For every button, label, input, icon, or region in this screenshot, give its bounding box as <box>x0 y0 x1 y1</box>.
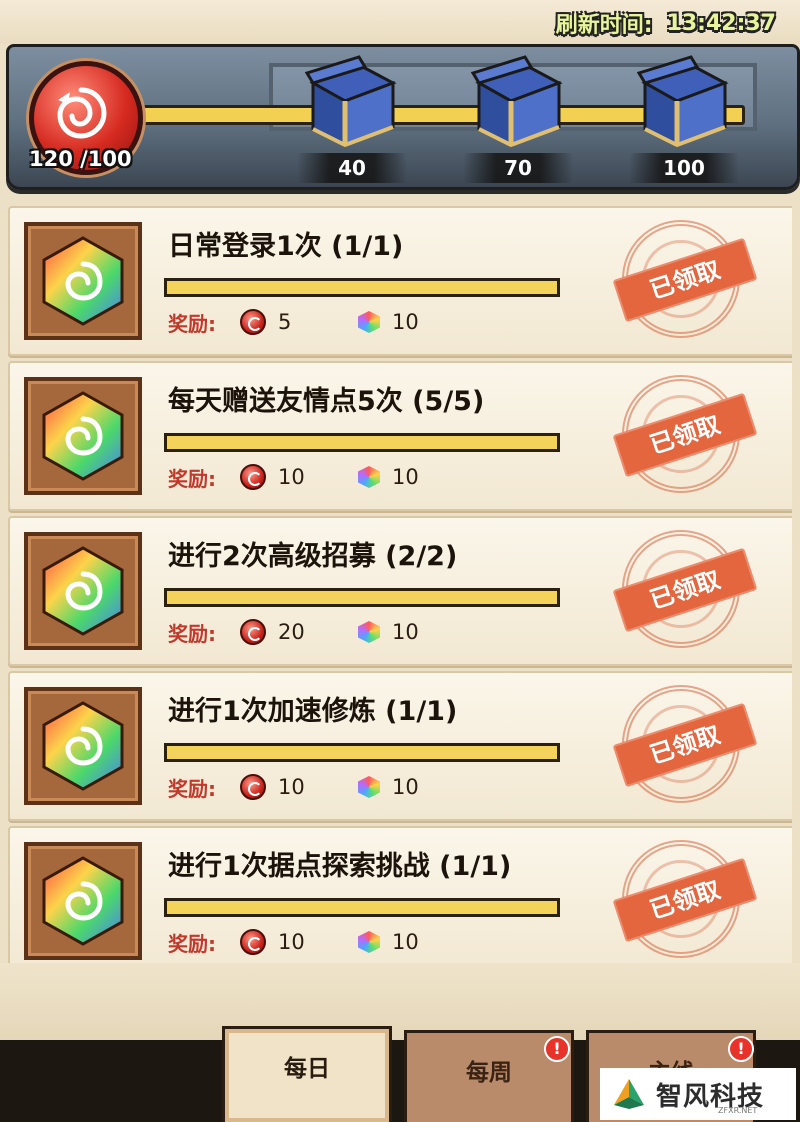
claimed-stamp: 已领取 <box>612 375 758 497</box>
top-bar: 刷新时间: 13:42:37 <box>0 0 800 44</box>
scroll-reward-value: 10 <box>278 930 305 954</box>
task-card: 日常登录1次 (1/1) 奖励: 5 10 已领取 <box>8 206 792 356</box>
scroll-coin-icon <box>240 619 266 645</box>
reward-row: 奖励: 10 10 <box>168 926 472 958</box>
scroll-reward-value: 10 <box>278 465 305 489</box>
gem-icon <box>358 466 380 488</box>
refresh-time: 13:42:37 <box>666 10 776 36</box>
scroll-reward-value: 10 <box>278 775 305 799</box>
reward-label: 奖励: <box>168 776 216 801</box>
tab-label: 每周 <box>466 1060 512 1086</box>
chest-threshold-label: 100 <box>629 153 739 183</box>
chest-threshold-label: 40 <box>297 153 407 183</box>
task-gem-icon <box>24 532 142 650</box>
gem-reward-value: 10 <box>392 620 419 644</box>
task-title: 每天赠送友情点5次 (5/5) <box>168 386 485 417</box>
gem-icon <box>358 311 380 333</box>
task-progress-bar <box>164 588 560 607</box>
reward-label: 奖励: <box>168 621 216 646</box>
reward-chest-100[interactable]: 100 <box>629 55 739 183</box>
task-card: 进行1次据点探索挑战 (1/1) 奖励: 10 10 已领取 <box>8 826 792 963</box>
gem-reward-value: 10 <box>392 465 419 489</box>
task-card: 进行1次加速修炼 (1/1) 奖励: 10 10 已领取 <box>8 671 792 821</box>
claimed-stamp: 已领取 <box>612 220 758 342</box>
gem-reward-value: 10 <box>392 930 419 954</box>
task-progress-bar <box>164 278 560 297</box>
treasure-chest-icon <box>636 55 729 148</box>
reward-label: 奖励: <box>168 931 216 956</box>
refresh-timer: 刷新时间: 13:42:37 <box>555 8 776 39</box>
task-title: 进行1次加速修炼 (1/1) <box>168 696 458 727</box>
task-gem-icon <box>24 687 142 805</box>
gem-reward-value: 10 <box>392 310 419 334</box>
reward-row: 奖励: 20 10 <box>168 616 472 648</box>
tab-daily[interactable]: 每日 <box>222 1026 392 1122</box>
claimed-stamp: 已领取 <box>612 840 758 962</box>
gem-icon <box>358 931 380 953</box>
task-progress-bar <box>164 898 560 917</box>
alert-badge-icon: ! <box>544 1036 570 1062</box>
reward-chest-70[interactable]: 70 <box>463 55 573 183</box>
task-card: 每天赠送友情点5次 (5/5) 奖励: 10 10 已领取 <box>8 361 792 511</box>
treasure-chest-icon <box>304 55 397 148</box>
refresh-label: 刷新时间: <box>555 13 653 38</box>
treasure-chest-icon <box>470 55 563 148</box>
scroll-coin-icon <box>240 464 266 490</box>
reward-chest-40[interactable]: 40 <box>297 55 407 183</box>
scroll-coin-icon <box>240 929 266 955</box>
tab-label: 每日 <box>284 1056 330 1082</box>
activity-progress-banner: 120 /100 40 70 100 <box>6 44 800 190</box>
scroll-reward-value: 20 <box>278 620 305 644</box>
task-title: 日常登录1次 (1/1) <box>168 231 404 262</box>
watermark: 智风科技 ZFXR.NET <box>600 1068 796 1120</box>
chest-threshold-label: 70 <box>463 153 573 183</box>
gem-icon <box>358 776 380 798</box>
task-card: 进行2次高级招募 (2/2) 奖励: 20 10 已领取 <box>8 516 792 666</box>
task-list[interactable]: 日常登录1次 (1/1) 奖励: 5 10 已领取 每天赠送友情点5次 (5/5… <box>8 198 792 963</box>
task-title: 进行1次据点探索挑战 (1/1) <box>168 851 512 882</box>
task-gem-icon <box>24 377 142 495</box>
reward-row: 奖励: 10 10 <box>168 461 472 493</box>
scroll-reward-value: 5 <box>278 310 292 334</box>
task-progress-bar <box>164 433 560 452</box>
gem-reward-value: 10 <box>392 775 419 799</box>
reward-label: 奖励: <box>168 466 216 491</box>
activity-points: 120 /100 <box>29 147 132 171</box>
scroll-coin-icon <box>240 774 266 800</box>
reward-label: 奖励: <box>168 311 216 336</box>
task-title: 进行2次高级招募 (2/2) <box>168 541 458 572</box>
claimed-stamp: 已领取 <box>612 685 758 807</box>
task-gem-icon <box>24 222 142 340</box>
task-gem-icon <box>24 842 142 960</box>
reward-row: 奖励: 5 10 <box>168 306 472 338</box>
watermark-logo-icon <box>610 1075 648 1113</box>
task-progress-bar <box>164 743 560 762</box>
reward-row: 奖励: 10 10 <box>168 771 472 803</box>
alert-badge-icon: ! <box>728 1036 754 1062</box>
claimed-stamp: 已领取 <box>612 530 758 652</box>
watermark-sub: ZFXR.NET <box>718 1106 758 1115</box>
scroll-coin-icon <box>240 309 266 335</box>
gem-icon <box>358 621 380 643</box>
